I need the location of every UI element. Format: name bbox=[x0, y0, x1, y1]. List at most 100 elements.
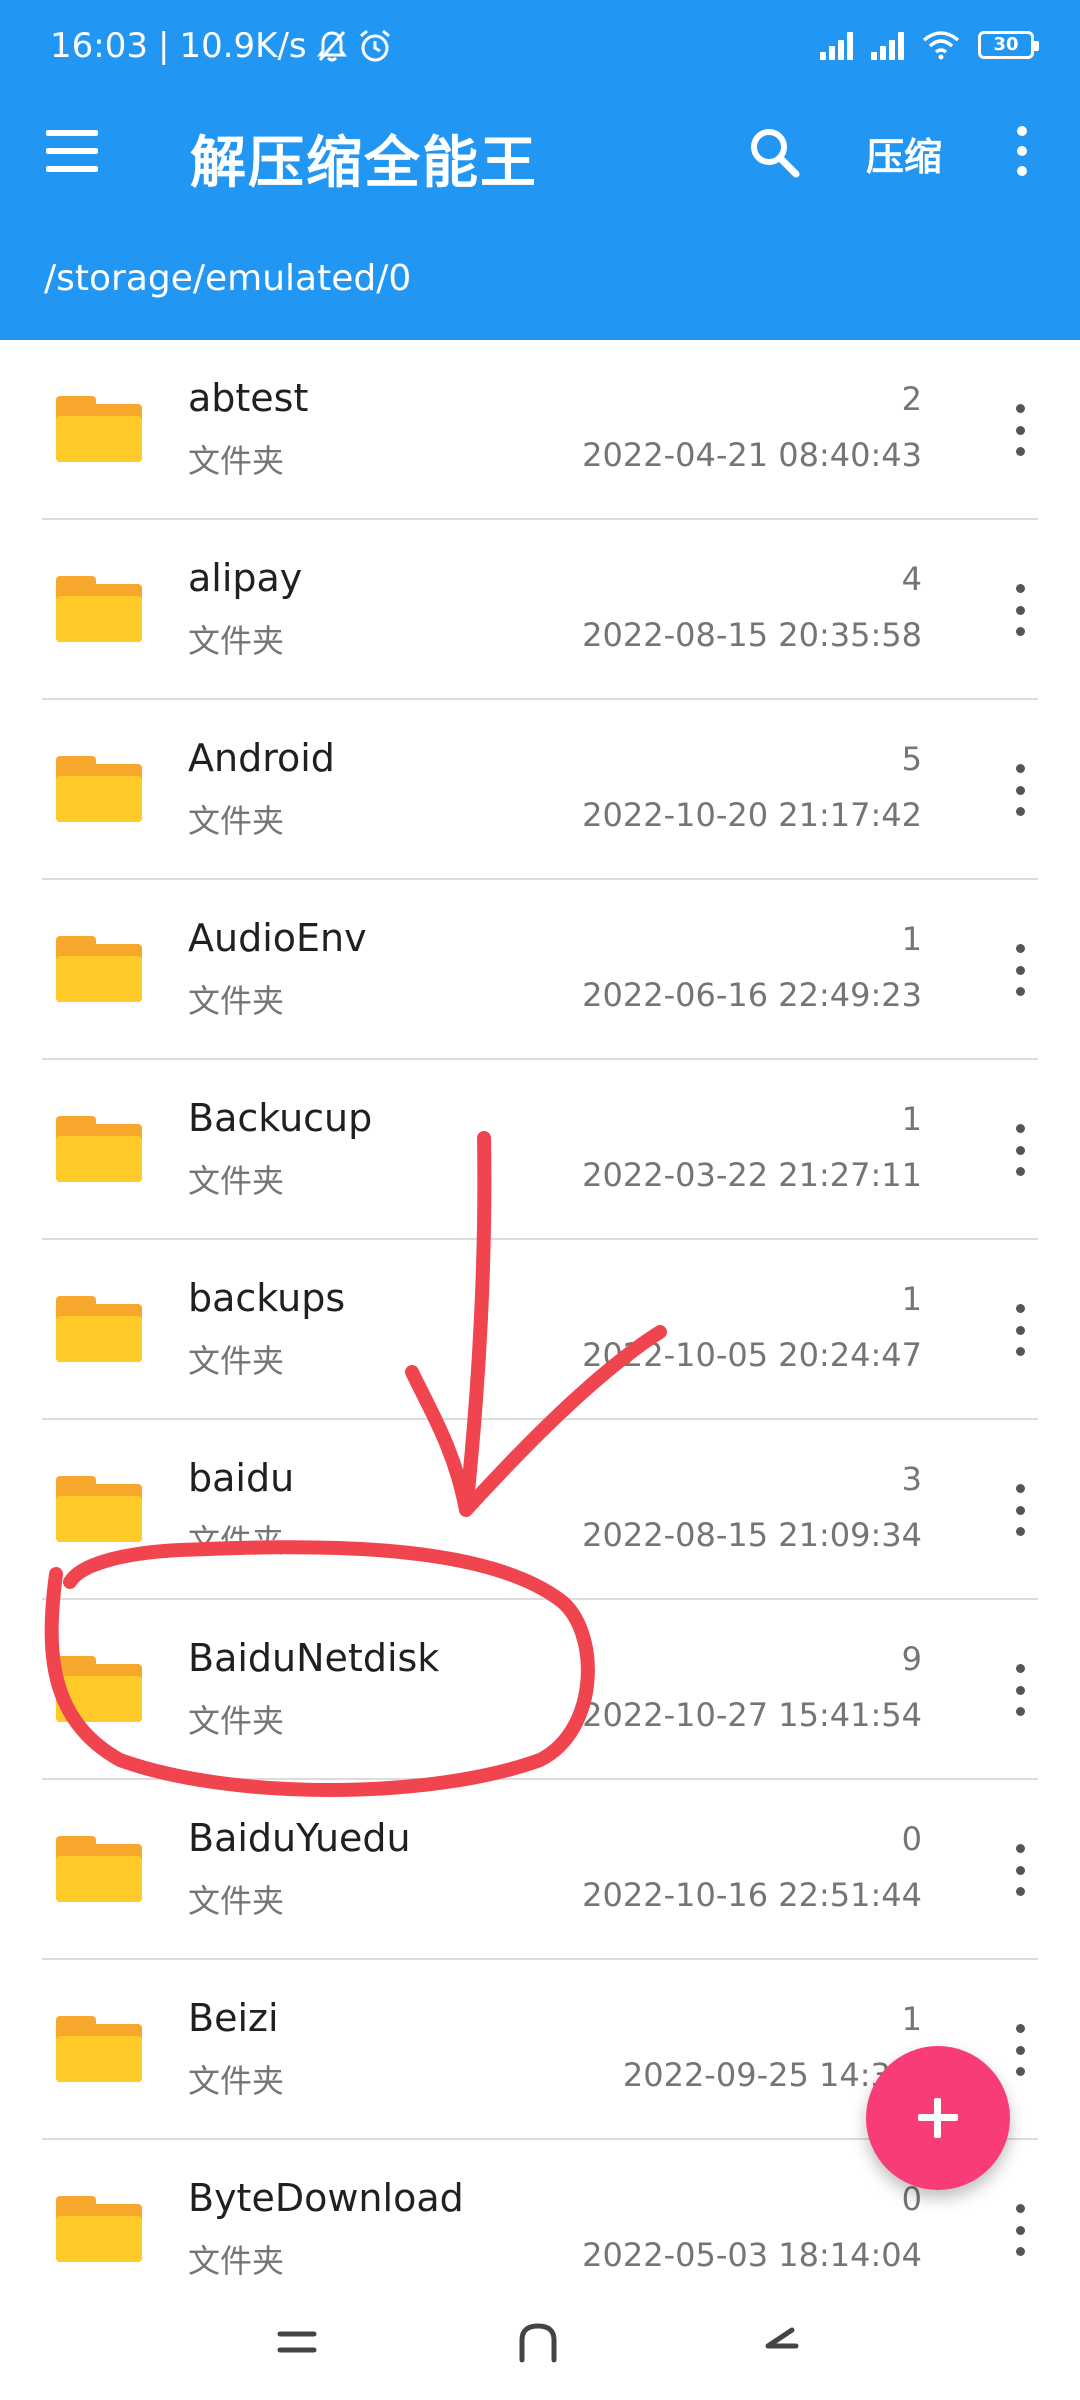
file-row[interactable]: BaiduNetdisk 文件夹 9 2022-10-27 15:41:54 bbox=[0, 1600, 1080, 1780]
modified-date: 2022-10-27 15:41:54 bbox=[582, 1696, 922, 1734]
modified-date: 2022-04-21 08:40:43 bbox=[582, 436, 922, 474]
file-type: 文件夹 bbox=[188, 1882, 285, 1920]
file-type: 文件夹 bbox=[188, 1342, 285, 1380]
file-name: backups bbox=[188, 1276, 346, 1320]
folder-icon bbox=[56, 2016, 142, 2082]
folder-icon bbox=[56, 2196, 142, 2262]
modified-date: 2022-10-16 22:51:44 bbox=[582, 1876, 922, 1914]
file-name: ByteDownload bbox=[188, 2176, 464, 2220]
file-name: Android bbox=[188, 736, 335, 780]
item-count: 1 bbox=[901, 920, 922, 958]
more-vert-icon[interactable] bbox=[1012, 1304, 1028, 1356]
item-count: 1 bbox=[901, 2000, 922, 2038]
more-vert-icon[interactable] bbox=[1012, 1844, 1028, 1896]
file-type: 文件夹 bbox=[188, 622, 285, 660]
modified-date: 2022-10-05 20:24:47 bbox=[582, 1336, 922, 1374]
item-count: 4 bbox=[901, 560, 922, 598]
file-name: baidu bbox=[188, 1456, 295, 1500]
file-name: BaiduNetdisk bbox=[188, 1636, 440, 1680]
home-icon[interactable] bbox=[508, 2320, 568, 2364]
file-type: 文件夹 bbox=[188, 802, 285, 840]
folder-icon bbox=[56, 576, 142, 642]
file-row[interactable]: alipay 文件夹 4 2022-08-15 20:35:58 bbox=[0, 520, 1080, 700]
file-row[interactable]: AudioEnv 文件夹 1 2022-06-16 22:49:23 bbox=[0, 880, 1080, 1060]
item-count: 3 bbox=[901, 1460, 922, 1498]
search-icon[interactable] bbox=[746, 124, 802, 180]
folder-icon bbox=[56, 936, 142, 1002]
file-list: abtest 文件夹 2 2022-04-21 08:40:43 alipay … bbox=[0, 340, 1080, 2320]
folder-icon bbox=[56, 396, 142, 462]
item-count: 0 bbox=[901, 1820, 922, 1858]
breadcrumb-path[interactable]: /storage/emulated/0 bbox=[44, 258, 411, 299]
signal-icon bbox=[820, 30, 853, 60]
item-count: 1 bbox=[901, 1280, 922, 1318]
file-type: 文件夹 bbox=[188, 1702, 285, 1740]
file-row[interactable]: Android 文件夹 5 2022-10-20 21:17:42 bbox=[0, 700, 1080, 880]
file-row[interactable]: Backucup 文件夹 1 2022-03-22 21:27:11 bbox=[0, 1060, 1080, 1240]
item-count: 2 bbox=[901, 380, 922, 418]
folder-icon bbox=[56, 756, 142, 822]
battery-icon: 30 bbox=[978, 31, 1039, 59]
app-bar: 16:03 | 10.9K/s 30 解压缩全能王 压缩 /storage/em… bbox=[0, 0, 1080, 340]
file-type: 文件夹 bbox=[188, 1522, 285, 1560]
signal-icon-2 bbox=[871, 30, 904, 60]
file-row[interactable]: abtest 文件夹 2 2022-04-21 08:40:43 bbox=[0, 340, 1080, 520]
more-vert-icon[interactable] bbox=[1012, 2204, 1028, 2256]
item-count: 1 bbox=[901, 1100, 922, 1138]
app-title: 解压缩全能王 bbox=[190, 131, 538, 196]
battery-level: 30 bbox=[993, 34, 1019, 55]
more-vert-icon[interactable] bbox=[1012, 1124, 1028, 1176]
modified-date: 2022-08-15 20:35:58 bbox=[582, 616, 922, 654]
file-type: 文件夹 bbox=[188, 2242, 285, 2280]
more-vert-icon[interactable] bbox=[1012, 584, 1028, 636]
file-row[interactable]: baidu 文件夹 3 2022-08-15 21:09:34 bbox=[0, 1420, 1080, 1600]
network-speed: 10.9K/s bbox=[179, 26, 307, 66]
alarm-icon bbox=[359, 29, 390, 62]
toolbar: 解压缩全能王 压缩 bbox=[0, 100, 1080, 200]
status-separator: | bbox=[157, 26, 170, 66]
status-right: 30 bbox=[820, 30, 1039, 60]
more-vert-icon[interactable] bbox=[1012, 2024, 1028, 2076]
modified-date: 2022-10-20 21:17:42 bbox=[582, 796, 922, 834]
more-vert-icon[interactable] bbox=[1012, 1664, 1028, 1716]
item-count: 5 bbox=[901, 740, 922, 778]
file-name: abtest bbox=[188, 376, 309, 420]
recent-apps-icon[interactable] bbox=[268, 2320, 328, 2364]
file-name: AudioEnv bbox=[188, 916, 367, 960]
folder-icon bbox=[56, 1476, 142, 1542]
file-name: Beizi bbox=[188, 1996, 279, 2040]
more-vert-icon[interactable] bbox=[1012, 764, 1028, 816]
add-fab-button[interactable] bbox=[866, 2046, 1010, 2190]
modified-date: 2022-03-22 21:27:11 bbox=[582, 1156, 922, 1194]
back-icon[interactable] bbox=[752, 2320, 812, 2364]
more-vert-icon[interactable] bbox=[1012, 1484, 1028, 1536]
folder-icon bbox=[56, 1656, 142, 1722]
system-nav-bar bbox=[0, 2280, 1080, 2400]
folder-icon bbox=[56, 1296, 142, 1362]
compress-button[interactable]: 压缩 bbox=[866, 126, 942, 181]
file-row[interactable]: backups 文件夹 1 2022-10-05 20:24:47 bbox=[0, 1240, 1080, 1420]
wifi-icon bbox=[922, 31, 960, 60]
file-type: 文件夹 bbox=[188, 982, 285, 1020]
more-vert-icon[interactable] bbox=[1012, 126, 1032, 176]
folder-icon bbox=[56, 1116, 142, 1182]
file-name: alipay bbox=[188, 556, 303, 600]
file-type: 文件夹 bbox=[188, 2062, 285, 2100]
status-left: 16:03 | 10.9K/s bbox=[50, 26, 393, 66]
file-name: Backucup bbox=[188, 1096, 373, 1140]
hamburger-icon[interactable] bbox=[46, 130, 98, 172]
status-bar: 16:03 | 10.9K/s 30 bbox=[0, 0, 1080, 100]
more-vert-icon[interactable] bbox=[1012, 404, 1028, 456]
more-vert-icon[interactable] bbox=[1012, 944, 1028, 996]
status-time: 16:03 bbox=[50, 26, 148, 66]
modified-date: 2022-08-15 21:09:34 bbox=[582, 1516, 922, 1554]
file-type: 文件夹 bbox=[188, 442, 285, 480]
file-name: BaiduYuedu bbox=[188, 1816, 411, 1860]
file-row[interactable]: BaiduYuedu 文件夹 0 2022-10-16 22:51:44 bbox=[0, 1780, 1080, 1960]
file-type: 文件夹 bbox=[188, 1162, 285, 1200]
modified-date: 2022-06-16 22:49:23 bbox=[582, 976, 922, 1014]
plus-icon-vertical bbox=[934, 2098, 941, 2138]
modified-date: 2022-05-03 18:14:04 bbox=[582, 2236, 922, 2274]
mute-bell-icon bbox=[316, 31, 347, 62]
folder-icon bbox=[56, 1836, 142, 1902]
